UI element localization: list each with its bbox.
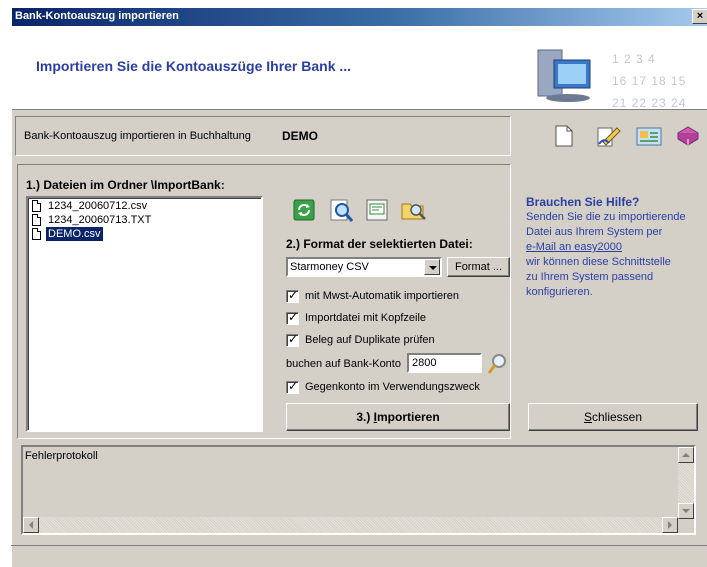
file-name: 1234_20060713.TXT: [48, 214, 152, 226]
document-icon[interactable]: [555, 125, 573, 147]
page-heading: Importieren Sie die Kontoauszüge Ihrer B…: [36, 58, 352, 74]
book-icon[interactable]: [676, 125, 700, 147]
import-button[interactable]: 3.) Importieren: [286, 403, 510, 431]
option-label: Gegenkonto im Verwendungszweck: [305, 381, 480, 393]
status-bar: [11, 545, 707, 559]
title-bar: Bank-Kontoauszug importieren ×: [12, 8, 707, 26]
arrow-right-icon: [668, 521, 672, 529]
import-button-rest: mportieren: [377, 410, 440, 424]
header-banner: Importieren Sie die Kontoauszüge Ihrer B…: [12, 26, 707, 110]
arrow-up-icon: [682, 453, 690, 457]
close-button[interactable]: Schliessen: [528, 403, 698, 431]
magnifier-icon[interactable]: [487, 353, 507, 375]
help-text: zu Ihrem System passend: [526, 271, 654, 283]
calendar-graphic: 1 2 3 4 16 17 18 15 21 22 23 24: [612, 48, 686, 114]
error-log[interactable]: Fehlerprotokoll: [21, 445, 696, 535]
folder-search-icon[interactable]: [401, 198, 427, 222]
help-panel: Brauchen Sie Hilfe? Senden Sie die zu im…: [526, 195, 696, 300]
booking-account-value: 2800: [412, 357, 437, 369]
checkbox-checked-icon[interactable]: [286, 379, 299, 394]
option-label: mit Mwst-Automatik importieren: [305, 290, 460, 302]
help-text: Datei aus Ihrem System per: [526, 226, 663, 238]
checkbox-checked-icon[interactable]: [286, 288, 299, 303]
booking-account-input[interactable]: 2800: [407, 353, 482, 373]
close-button-rest: chliessen: [591, 410, 643, 424]
edit-icon[interactable]: [366, 199, 388, 221]
calendar-row: 16 17 18 15: [612, 74, 687, 88]
scroll-left-button[interactable]: [23, 517, 39, 533]
scroll-right-button[interactable]: [662, 517, 678, 533]
format-title: 2.) Format der selektierten Datei:: [286, 237, 473, 251]
file-name: DEMO.csv: [46, 227, 103, 241]
format-select-value: Starmoney CSV: [290, 261, 369, 273]
writing-hand-icon[interactable]: [595, 124, 621, 148]
scroll-down-button[interactable]: [678, 503, 694, 519]
search-icon[interactable]: [330, 199, 354, 223]
file-icon: [32, 214, 41, 226]
arrow-down-icon: [682, 509, 690, 513]
target-ledger-value: DEMO: [282, 129, 318, 143]
refresh-icon[interactable]: [293, 199, 315, 221]
file-listbox[interactable]: 1234_20060712.csv 1234_20060713.TXT DEMO…: [26, 196, 263, 432]
target-ledger-field: Bank-Kontoauszug importieren in Buchhalt…: [15, 116, 511, 156]
format-select[interactable]: Starmoney CSV: [286, 257, 442, 277]
help-text: konfigurieren.: [526, 286, 593, 298]
window-title: Bank-Kontoauszug importieren: [15, 10, 179, 22]
calendar-row: 1 2 3 4: [612, 52, 656, 66]
target-ledger-label: Bank-Kontoauszug importieren in Buchhalt…: [24, 130, 251, 142]
mail-card-icon[interactable]: [636, 125, 664, 147]
checkbox-checked-icon[interactable]: [286, 310, 299, 325]
close-button-accel: S: [583, 410, 592, 424]
booking-account-label: buchen auf Bank-Konto: [286, 358, 401, 370]
files-title: 1.) Dateien im Ordner \ImportBank:: [26, 178, 225, 192]
help-text: Senden Sie die zu importierende: [526, 211, 686, 223]
computer-icon: [537, 49, 591, 102]
vertical-scrollbar[interactable]: [678, 447, 694, 519]
arrow-left-icon: [29, 521, 33, 529]
help-email-link[interactable]: e-Mail an easy2000: [526, 240, 696, 255]
horizontal-scrollbar[interactable]: [23, 517, 678, 533]
file-icon: [32, 200, 41, 212]
error-log-title: Fehlerprotokoll: [25, 450, 98, 462]
help-text: wir können diese Schnittstelle: [526, 256, 671, 268]
scroll-up-button[interactable]: [678, 447, 694, 463]
chevron-down-icon[interactable]: [424, 259, 440, 275]
checkbox-checked-icon[interactable]: [286, 332, 299, 347]
import-button-prefix: 3.): [356, 410, 374, 424]
format-button[interactable]: Format ...: [447, 257, 510, 277]
file-icon: [32, 228, 41, 240]
calendar-row: 21 22 23 24: [612, 96, 687, 110]
close-window-button[interactable]: ×: [692, 9, 707, 24]
option-label: Importdatei mit Kopfzeile: [305, 312, 427, 324]
file-name: 1234_20060712.csv: [48, 200, 148, 212]
help-title: Brauchen Sie Hilfe?: [526, 195, 640, 209]
option-label: Beleg auf Duplikate prüfen: [305, 334, 435, 346]
